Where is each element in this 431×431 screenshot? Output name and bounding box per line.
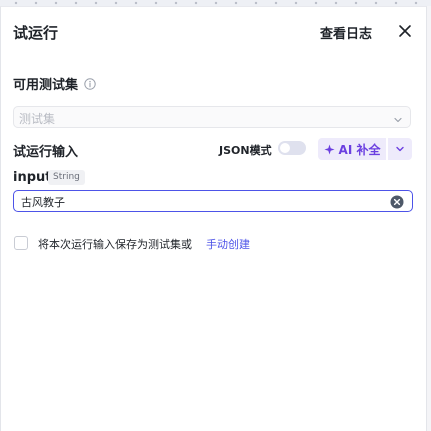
param-name: input xyxy=(13,170,52,185)
chevron-down-icon xyxy=(396,146,404,152)
json-mode-toggle[interactable] xyxy=(278,141,306,155)
ai-fill-button[interactable]: AI 补全 xyxy=(318,138,386,160)
toggle-knob xyxy=(280,143,290,153)
testset-label: 可用测试集 xyxy=(13,78,79,93)
close-icon[interactable] xyxy=(395,21,415,41)
testset-placeholder: 测试集 xyxy=(19,112,56,126)
testset-label-row: 可用测试集 xyxy=(13,74,96,93)
manual-create-link[interactable]: 手动创建 xyxy=(206,236,250,252)
save-testset-text: 将本次运行输入保存为测试集或 xyxy=(38,238,192,251)
ai-fill-label: AI 补全 xyxy=(338,142,381,157)
panel-header: 试运行 查看日志 xyxy=(1,7,426,57)
input-value: 古风教子 xyxy=(21,196,65,209)
panel-title: 试运行 xyxy=(13,24,59,42)
testset-select[interactable]: 测试集 xyxy=(13,106,411,128)
info-icon[interactable] xyxy=(84,77,96,90)
save-testset-checkbox[interactable] xyxy=(14,236,28,250)
run-input-label: 试运行输入 xyxy=(13,145,79,160)
param-type-badge: String xyxy=(48,170,85,185)
json-mode-label: JSON模式 xyxy=(219,144,272,157)
chevron-down-icon xyxy=(392,111,404,123)
sparkle-icon xyxy=(323,143,335,155)
test-run-panel: 试运行 查看日志 可用测试集 测试集 试运行输入 JSON模式 AI 补全 in… xyxy=(0,6,427,431)
clear-icon[interactable] xyxy=(390,194,404,209)
input-field[interactable]: 古风教子 xyxy=(13,190,413,212)
ai-fill-dropdown[interactable] xyxy=(388,138,412,160)
view-log-link[interactable]: 查看日志 xyxy=(320,23,372,42)
